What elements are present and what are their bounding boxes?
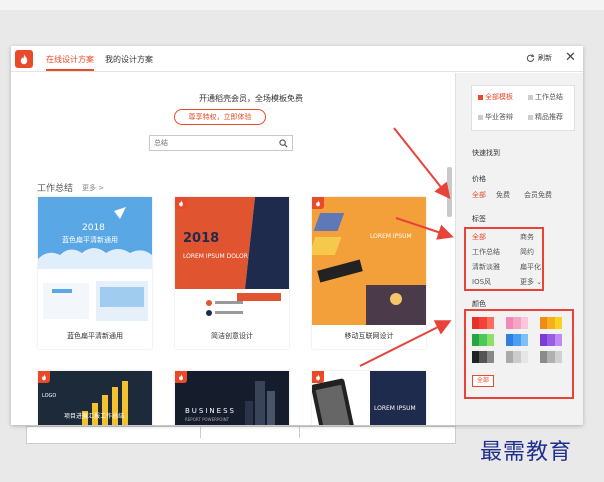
thumbnail-title: LOREM IPSUM DOLOR: [183, 253, 248, 260]
template-card-project-report[interactable]: LOGO 项目进展汇报工作总结: [38, 371, 152, 425]
refresh-label: 刷新: [538, 54, 552, 62]
tag-flat[interactable]: 扁平化: [520, 262, 541, 272]
template-card-blue-flat[interactable]: 2018 蓝色扁平清新通用 蓝色扁平清新通用: [38, 197, 152, 349]
tag-ios-style[interactable]: IOS风: [472, 277, 491, 287]
color-swatch-1[interactable]: [472, 317, 495, 329]
chevron-down-icon: ⌄: [536, 278, 543, 286]
template-card-simple-creative[interactable]: 2018 LOREM IPSUM DOLOR 简洁创意设计: [175, 197, 289, 349]
thumbnail-title: 项目进展汇报工作总结: [64, 413, 125, 420]
watermark-text: 最需教育: [480, 440, 573, 465]
color-swatch-3[interactable]: [540, 317, 563, 329]
color-swatch-8[interactable]: [506, 351, 529, 363]
template-dialog: 在线设计方案 我的设计方案 刷新 ✕ 开通稻壳会员，全场模板免费 尊享特权，立即…: [11, 46, 583, 425]
background-document-edge: [200, 426, 300, 438]
color-all-button[interactable]: 全部: [472, 375, 494, 387]
thumbnail-title: BUSINESS: [185, 407, 236, 415]
category-work-summary[interactable]: 工作总结: [528, 92, 563, 102]
quick-find-heading: 快速找到: [472, 149, 500, 157]
color-swatch-9[interactable]: [540, 351, 563, 363]
search-input[interactable]: [154, 138, 274, 148]
thumbnail-sub: LOGO: [42, 393, 57, 399]
wps-logo-icon: [15, 50, 33, 68]
dialog-header: 在线设计方案 我的设计方案 刷新 ✕: [11, 46, 583, 72]
tab-my-designs[interactable]: 我的设计方案: [105, 54, 153, 65]
thumbnail-title: LOREM IPSUM: [370, 233, 412, 240]
filter-sidebar: 全部模板 工作总结 毕业答辩 精品推荐 快速找到 价格 全部 免费 会员免费 标…: [455, 73, 583, 425]
thumbnail-year: 2018: [183, 231, 220, 246]
tag-all[interactable]: 全部: [472, 232, 486, 242]
gallery-scrollbar[interactable]: [447, 167, 452, 217]
thumbnail-year: 2018: [82, 223, 105, 233]
color-swatch-4[interactable]: [472, 334, 495, 346]
template-card-mobile-internet[interactable]: LOREM IPSUM 移动互联网设计: [312, 197, 426, 349]
price-all[interactable]: 全部: [472, 190, 486, 200]
template-card-dark-phone[interactable]: LOREM IPSUM: [312, 371, 426, 425]
price-free[interactable]: 免费: [496, 190, 510, 200]
price-member-free[interactable]: 会员免费: [524, 190, 552, 200]
category-graduation[interactable]: 毕业答辩: [478, 112, 513, 122]
template-badge-icon: [175, 371, 187, 383]
membership-promo-text: 开通稻壳会员，全场模板免费: [199, 94, 303, 103]
template-gallery: 开通稻壳会员，全场模板免费 尊享特权，立即体验 工作总结 更多 >: [11, 73, 455, 425]
tag-business[interactable]: 商务: [520, 232, 534, 242]
color-swatch-6[interactable]: [540, 334, 563, 346]
template-thumbnail: 2018 蓝色扁平清新通用: [38, 197, 152, 325]
thumbnail-title: 蓝色扁平清新通用: [62, 236, 118, 244]
search-box: [149, 135, 293, 151]
tag-heading: 标签: [472, 215, 486, 223]
tag-more[interactable]: 更多 ⌄: [520, 277, 542, 287]
template-title: 简洁创意设计: [211, 332, 253, 340]
template-card-business-report[interactable]: BUSINESS REPORT POWERPOINT: [175, 371, 289, 425]
refresh-icon: [526, 53, 535, 62]
template-thumbnail: 2018 LOREM IPSUM DOLOR: [175, 197, 289, 325]
search-icon[interactable]: [279, 139, 288, 148]
template-title: 蓝色扁平清新通用: [67, 332, 123, 340]
tag-work-summary[interactable]: 工作总结: [472, 247, 500, 257]
price-heading: 价格: [472, 175, 486, 183]
color-swatch-7[interactable]: [472, 351, 495, 363]
close-button[interactable]: ✕: [565, 51, 576, 65]
template-badge-icon: [312, 197, 324, 209]
color-heading: 颜色: [472, 300, 486, 308]
template-badge-icon: [175, 197, 187, 209]
category-all[interactable]: 全部模板: [478, 92, 513, 102]
tab-online-designs[interactable]: 在线设计方案: [46, 54, 94, 71]
template-thumbnail: LOREM IPSUM: [312, 197, 426, 325]
template-title: 移动互联网设计: [344, 332, 394, 340]
thumbnail-title: LOREM IPSUM: [374, 405, 416, 412]
tag-simple[interactable]: 简约: [520, 247, 534, 257]
template-badge-icon: [312, 371, 324, 383]
tag-fresh[interactable]: 清新淡雅: [472, 262, 500, 272]
thumbnail-sub: REPORT POWERPOINT: [185, 417, 230, 422]
category-featured[interactable]: 精品推荐: [528, 112, 563, 122]
refresh-button[interactable]: 刷新: [526, 53, 552, 63]
section-more-link[interactable]: 更多 >: [82, 183, 104, 193]
category-box: 全部模板 工作总结 毕业答辩 精品推荐: [471, 85, 575, 131]
color-swatch-2[interactable]: [506, 317, 529, 329]
membership-trial-button[interactable]: 尊享特权，立即体验: [174, 109, 266, 125]
template-badge-icon: [38, 371, 50, 383]
color-swatch-5[interactable]: [506, 334, 529, 346]
section-title-work-summary: 工作总结: [37, 184, 74, 194]
